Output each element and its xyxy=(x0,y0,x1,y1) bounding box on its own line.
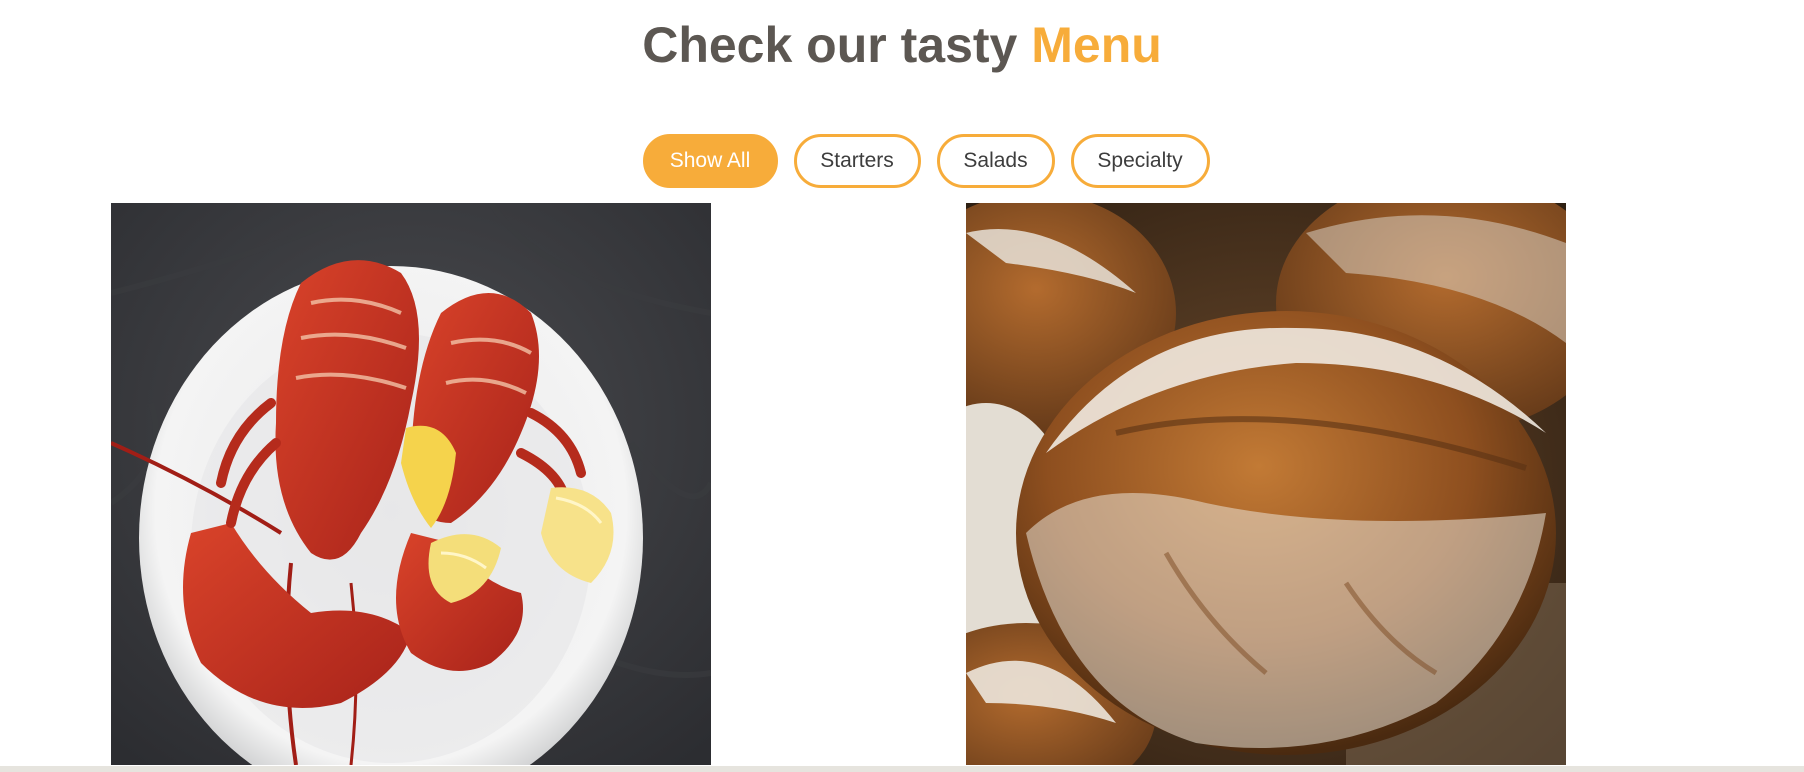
filter-show-all-button[interactable]: Show All xyxy=(642,134,778,188)
menu-section: Check our tasty Menu Show All Starters S… xyxy=(0,0,1804,772)
menu-item-card[interactable] xyxy=(966,203,1566,765)
lobster-plate-image xyxy=(111,203,711,765)
filter-specialty-button[interactable]: Specialty xyxy=(1070,134,1210,188)
page-bottom-edge xyxy=(0,766,1804,772)
section-title: Check our tasty Menu xyxy=(0,14,1804,76)
menu-item-card[interactable] xyxy=(111,203,711,765)
section-title-accent: Menu xyxy=(1031,17,1162,73)
bread-loaves-image xyxy=(966,203,1566,765)
menu-filters: Show All Starters Salads Specialty xyxy=(0,134,1804,188)
filter-salads-button[interactable]: Salads xyxy=(936,134,1055,188)
section-title-main: Check our tasty xyxy=(642,17,1032,73)
filter-starters-button[interactable]: Starters xyxy=(793,134,921,188)
